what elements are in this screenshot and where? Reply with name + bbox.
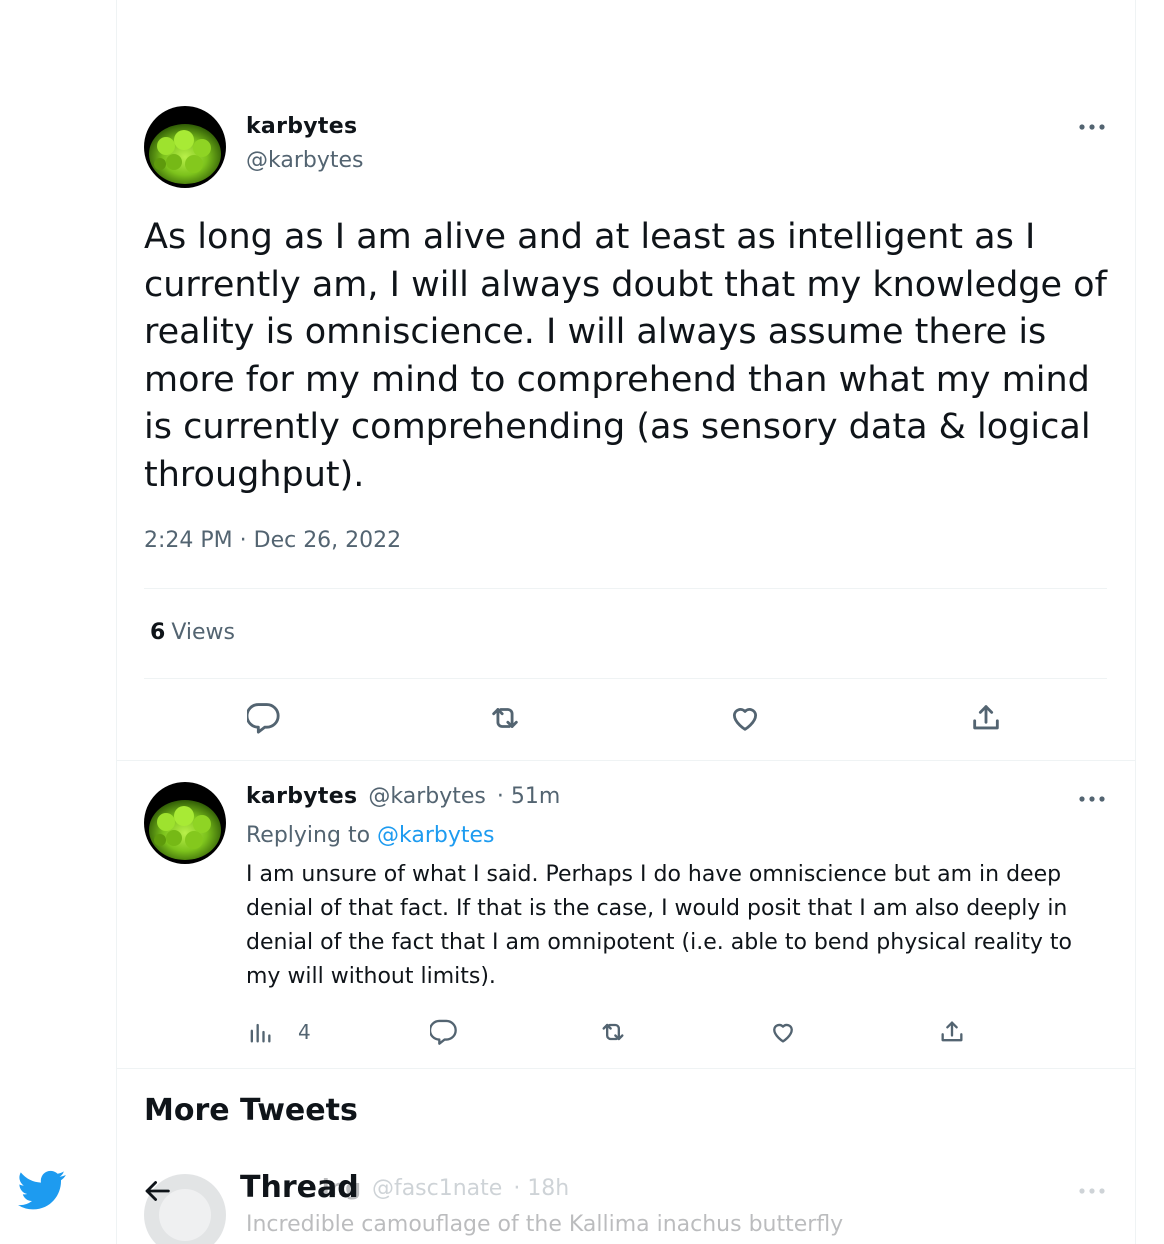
views-button[interactable]: 4: [246, 1018, 311, 1046]
more-icon: [1079, 796, 1105, 802]
reply-avatar[interactable]: [144, 782, 226, 864]
like-button[interactable]: [728, 701, 762, 735]
author-name[interactable]: karbytes: [246, 114, 357, 139]
reply-retweet-button[interactable]: [599, 1018, 627, 1046]
reply-views-count: 4: [298, 1020, 311, 1044]
twitter-bird-icon[interactable]: [18, 1170, 66, 1214]
reply-icon: [247, 703, 280, 734]
views-count: 6: [150, 620, 166, 645]
like-icon: [732, 708, 758, 731]
reply-share-button[interactable]: [938, 1018, 966, 1046]
reply-more-button[interactable]: [1072, 786, 1112, 812]
more-button[interactable]: [1072, 114, 1112, 140]
retweet-icon: [492, 708, 518, 728]
replying-to-mention[interactable]: @karbytes: [377, 823, 495, 848]
reply-icon: [430, 1019, 457, 1045]
retweet-icon: [602, 1023, 624, 1041]
divider: [144, 678, 1107, 679]
next-tweet-header: ing @fasc1nate · 18h: [322, 1176, 569, 1201]
reply-button[interactable]: [247, 701, 281, 735]
views-stat[interactable]: 6 Views: [150, 620, 235, 645]
reply-author-name[interactable]: karbytes: [246, 784, 357, 809]
more-tweets-heading: More Tweets: [144, 1093, 358, 1128]
back-arrow-icon: [145, 1181, 170, 1201]
back-button[interactable]: [140, 1168, 174, 1214]
thread-title: Thread: [240, 1170, 359, 1205]
more-icon: [1079, 124, 1105, 130]
retweet-button[interactable]: [488, 701, 522, 735]
divider: [116, 1068, 1136, 1069]
tweet-timestamp[interactable]: 2:24 PM · Dec 26, 2022: [144, 528, 401, 553]
replying-to-label: Replying to: [246, 823, 371, 848]
share-icon: [941, 1021, 963, 1042]
next-tweet-text: Incredible camouflage of the Kallima ina…: [246, 1212, 844, 1237]
views-icon: [250, 1023, 271, 1043]
timeline-column: [116, 0, 1136, 1244]
share-icon: [973, 705, 999, 730]
next-tweet-more-button[interactable]: [1072, 1178, 1112, 1204]
like-icon: [773, 1023, 793, 1043]
reply-reply-button[interactable]: [430, 1018, 458, 1046]
reply-author-handle[interactable]: @karbytes: [368, 784, 486, 809]
avatar-image: [144, 106, 226, 188]
divider: [144, 588, 1107, 589]
reply-header: karbytes @karbytes · 51m: [246, 784, 560, 809]
more-icon: [1079, 1188, 1105, 1194]
divider: [116, 760, 1136, 761]
next-tweet-time[interactable]: · 18h: [513, 1176, 569, 1201]
reply-time[interactable]: · 51m: [497, 784, 560, 809]
replying-to: Replying to @karbytes: [246, 823, 495, 848]
share-button[interactable]: [969, 701, 1003, 735]
next-tweet-handle[interactable]: @fasc1nate: [372, 1176, 502, 1201]
author-handle[interactable]: @karbytes: [246, 148, 364, 173]
reply-text: I am unsure of what I said. Perhaps I do…: [246, 862, 1073, 989]
avatar[interactable]: [144, 106, 226, 188]
views-label: Views: [171, 620, 235, 645]
tweet-text: As long as I am alive and at least as in…: [144, 217, 1107, 495]
reply-like-button[interactable]: [769, 1018, 797, 1046]
avatar-image: [144, 782, 226, 864]
